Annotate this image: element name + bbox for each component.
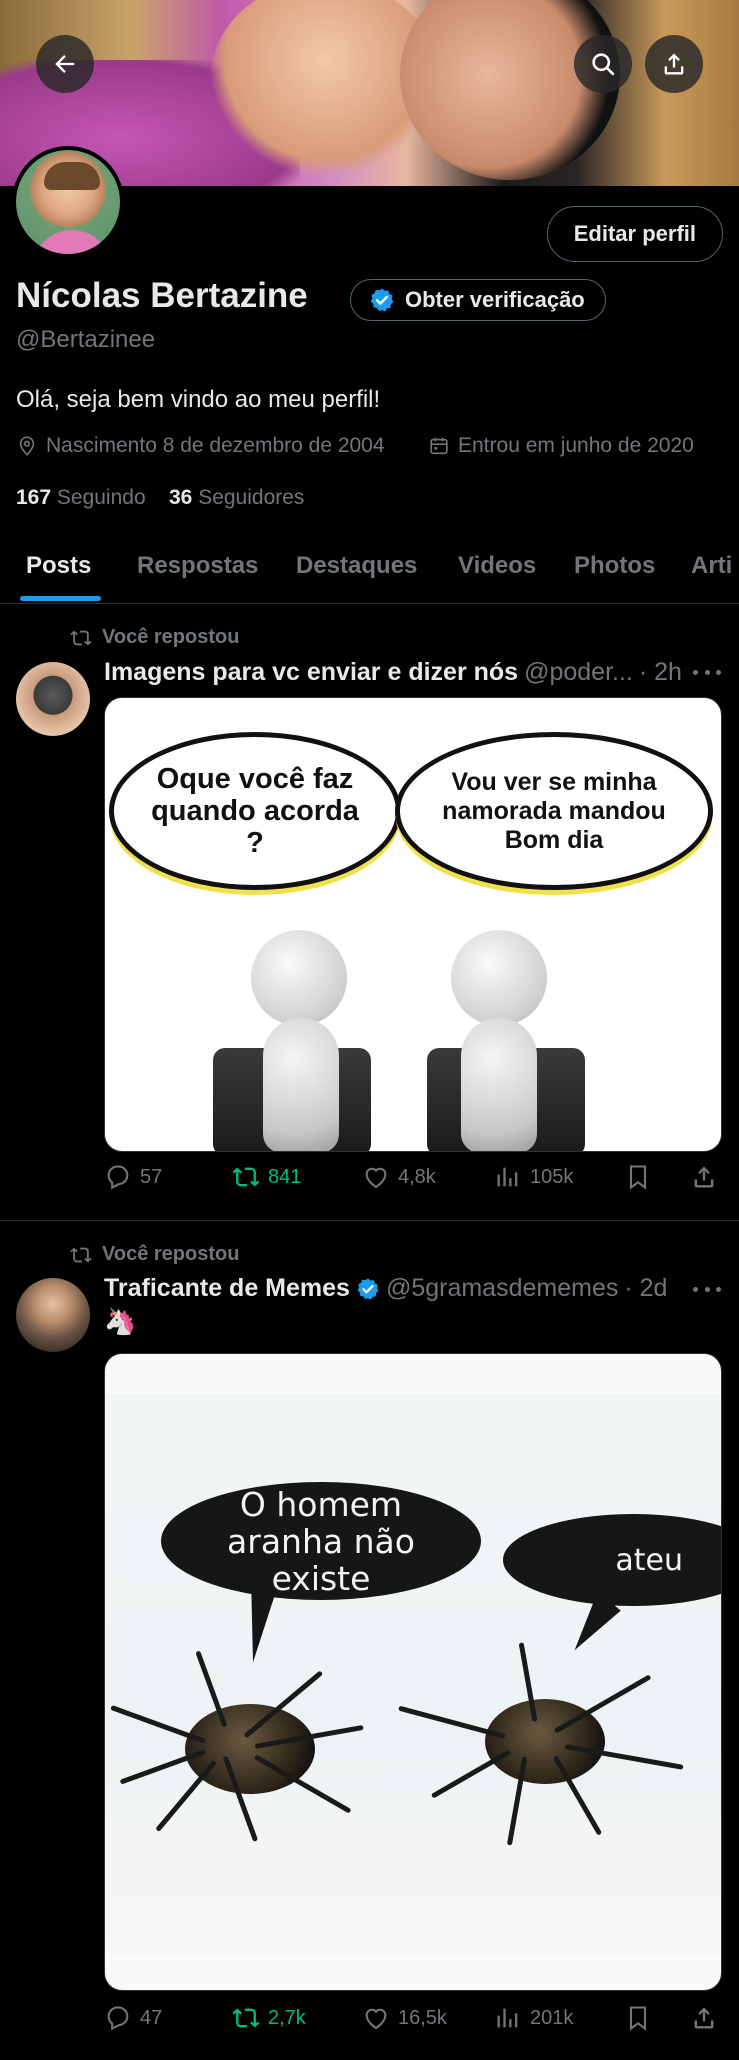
verified-badge-icon: [370, 288, 394, 312]
repost-label: Você repostou: [102, 626, 240, 648]
joined-date-text: Entrou em junho de 2020: [458, 434, 694, 457]
bookmark-icon: [629, 2006, 647, 2031]
edit-profile-button[interactable]: Editar perfil: [546, 206, 723, 262]
post-author-name[interactable]: Imagens para vc enviar e dizer nós: [104, 658, 518, 687]
get-verified-button[interactable]: Obter verificação: [350, 279, 606, 321]
joined-date: Entrou em junho de 2020: [428, 434, 694, 458]
repost-indicator: Você repostou: [70, 1243, 239, 1266]
post-time[interactable]: · 2d: [624, 1274, 667, 1303]
share-icon: [694, 1166, 714, 1188]
views-count: 105k: [530, 1165, 574, 1188]
calendar-icon: [430, 437, 448, 455]
follow-stats: 167 Seguindo 36 Seguidores: [16, 486, 304, 510]
reply-count: 57: [140, 1165, 163, 1188]
get-verified-label: Obter verificação: [405, 287, 585, 312]
views-button[interactable]: 105k: [494, 1163, 573, 1191]
repost-indicator: Você repostou: [70, 626, 239, 649]
reply-icon: [107, 1165, 129, 1190]
post-more-button[interactable]: [693, 670, 721, 678]
back-button[interactable]: [36, 35, 94, 93]
reply-button[interactable]: 47: [104, 2004, 162, 2032]
profile-tabs: Posts Respostas Destaques Videos Photos …: [0, 536, 739, 604]
reply-count: 47: [140, 2006, 163, 2029]
active-tab-indicator: [20, 596, 101, 601]
post-author-handle[interactable]: @poder...: [524, 658, 633, 687]
views-icon: [497, 1167, 518, 1187]
profile-name: Nícolas Bertazine: [16, 276, 308, 315]
reply-icon: [107, 2006, 129, 2031]
post-actions: 47 2,7k 16,5k 201k: [104, 2004, 722, 2038]
share-icon: [694, 2007, 714, 2029]
tab-articles[interactable]: Arti: [691, 552, 732, 580]
bookmark-button[interactable]: [624, 2004, 652, 2032]
share-post-button[interactable]: [690, 2004, 718, 2032]
share-post-button[interactable]: [690, 1163, 718, 1191]
profile-banner[interactable]: [0, 0, 739, 186]
post-header: Traficante de Memes @5gramasdememes · 2d: [104, 1274, 667, 1303]
views-button[interactable]: 201k: [494, 2004, 573, 2032]
search-button[interactable]: [574, 35, 632, 93]
repost-icon: [232, 2008, 260, 2028]
location-pin-icon: [19, 436, 35, 456]
post-author-name[interactable]: Traficante de Memes: [104, 1274, 350, 1303]
tab-posts[interactable]: Posts: [26, 552, 91, 580]
profile-avatar[interactable]: [12, 146, 124, 258]
bookmark-icon: [629, 1165, 647, 1190]
post-image[interactable]: Oque você faz quando acorda ? Vou ver se…: [104, 697, 722, 1152]
profile-handle: @Bertazinee: [16, 326, 156, 353]
followers-link[interactable]: 36 Seguidores: [169, 486, 304, 509]
verified-badge-icon: [357, 1278, 379, 1300]
meme-speech-bubble-left: O homem aranha não existe: [161, 1482, 481, 1600]
tab-videos[interactable]: Videos: [458, 552, 536, 580]
post-author-handle[interactable]: @5gramasdememes: [386, 1274, 618, 1303]
like-button[interactable]: 4,8k: [362, 1163, 436, 1191]
tab-highlights[interactable]: Destaques: [296, 552, 417, 580]
share-icon: [664, 53, 684, 75]
views-icon: [497, 2008, 518, 2028]
repost-count: 841: [268, 1165, 302, 1188]
meme-speech-bubble-right: Vou ver se minha namorada mandou Bom dia: [395, 732, 713, 890]
repost-button[interactable]: 2,7k: [232, 2004, 306, 2032]
post-author-avatar[interactable]: [16, 1278, 90, 1352]
bookmark-button[interactable]: [624, 1163, 652, 1191]
post-actions: 57 841 4,8k 105k: [104, 1163, 722, 1197]
like-count: 16,5k: [398, 2006, 447, 2029]
heart-icon: [365, 2008, 387, 2030]
share-profile-button[interactable]: [645, 35, 703, 93]
repost-icon: [232, 1167, 260, 1187]
arrow-left-icon: [55, 55, 75, 73]
birth-date-text: Nascimento 8 de dezembro de 2004: [46, 434, 385, 457]
following-link[interactable]: 167 Seguindo: [16, 486, 146, 509]
post-time[interactable]: · 2h: [639, 658, 682, 687]
like-button[interactable]: 16,5k: [362, 2004, 447, 2032]
post-divider: [0, 1220, 739, 1221]
tab-photos[interactable]: Photos: [574, 552, 655, 580]
repost-label: Você repostou: [102, 1243, 240, 1265]
heart-icon: [365, 1167, 387, 1189]
post-author-avatar[interactable]: [16, 662, 90, 736]
profile-bio: Olá, seja bem vindo ao meu perfil!: [16, 386, 381, 413]
post-header: Imagens para vc enviar e dizer nós @pode…: [104, 658, 682, 687]
post-more-button[interactable]: [693, 1287, 721, 1295]
birth-date: Nascimento 8 de dezembro de 2004: [16, 434, 385, 458]
meme-speech-bubble-left: Oque você faz quando acorda ?: [109, 732, 401, 890]
post-text: 🦄: [104, 1306, 137, 1336]
reply-button[interactable]: 57: [104, 1163, 162, 1191]
repost-icon: [70, 1247, 92, 1262]
repost-count: 2,7k: [268, 2006, 306, 2029]
repost-button[interactable]: 841: [232, 1163, 301, 1191]
like-count: 4,8k: [398, 1165, 436, 1188]
repost-icon: [70, 630, 92, 645]
search-icon: [592, 53, 615, 76]
post-image[interactable]: O homem aranha não existe ateu: [104, 1353, 722, 1991]
tab-replies[interactable]: Respostas: [137, 552, 258, 580]
views-count: 201k: [530, 2006, 574, 2029]
